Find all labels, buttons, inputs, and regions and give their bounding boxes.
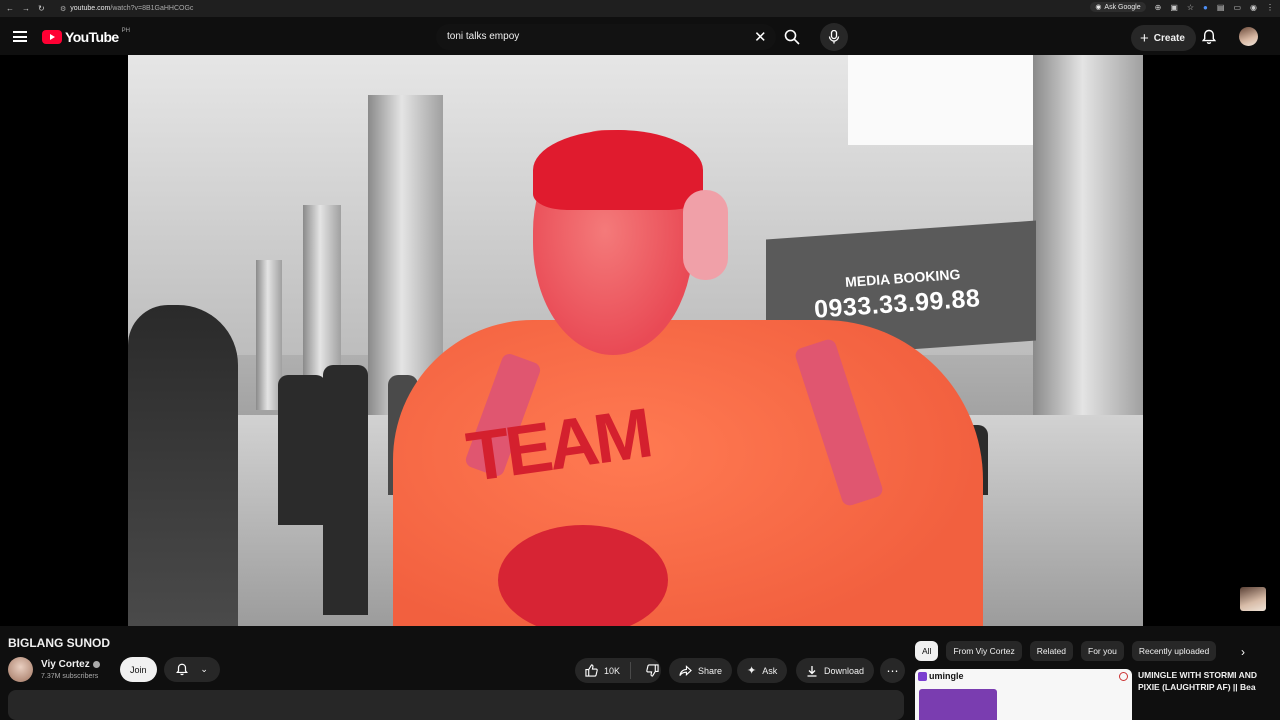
verified-badge-icon <box>92 661 100 668</box>
profile-icon[interactable]: ◉ <box>1250 3 1257 12</box>
chevron-right-icon[interactable]: › <box>1241 645 1245 659</box>
browser-actions: ◉ Ask Google ⊕ ▣ ☆ ● ▤ ▭ ◉ ⋮ <box>1090 2 1274 12</box>
browser-menu-icon[interactable]: ⋮ <box>1266 3 1274 12</box>
video-frame[interactable]: MEDIA BOOKING 0933.33.99.88 TEAM <box>128 55 1143 626</box>
recommendation-filter-chips: All From Viy Cortez Related For you Rece… <box>915 641 1217 661</box>
browser-nav: ← → ↻ <box>0 4 60 13</box>
thumbs-down-icon <box>646 664 659 677</box>
subject-hair <box>533 130 703 210</box>
chip-all[interactable]: All <box>915 641 939 661</box>
video-player[interactable]: MEDIA BOOKING 0933.33.99.88 TEAM <box>0 55 1280 626</box>
recommendation-title[interactable]: UMINGLE WITH STORMI AND PIXIE (LAUGHTRIP… <box>1138 669 1268 693</box>
download-icon <box>807 665 817 677</box>
background-person <box>278 375 326 525</box>
bookmark-star-icon[interactable]: ☆ <box>1187 3 1194 12</box>
like-button[interactable]: 10K <box>575 662 632 679</box>
like-count: 10K <box>604 665 621 676</box>
extension-dot-icon[interactable]: ● <box>1203 3 1208 12</box>
description-box[interactable] <box>8 690 904 720</box>
subscriber-count: 7.37M subscribers <box>41 673 99 680</box>
masthead: YouTube PH toni talks empoy ✕ + Create <box>0 17 1280 57</box>
ask-google-label: Ask Google <box>1104 3 1141 11</box>
video-title: BIGLANG SUNOD <box>8 636 110 650</box>
search-button[interactable] <box>776 24 808 50</box>
search-query: toni talks empoy <box>447 31 520 42</box>
brand-logo-icon <box>918 671 927 681</box>
search-icon <box>784 29 800 45</box>
sparkle-icon: ✦ <box>747 665 757 677</box>
logo-text: YouTube <box>65 29 119 45</box>
like-dislike-bar: 10K <box>575 658 661 683</box>
voice-search-button[interactable] <box>820 23 848 51</box>
account-avatar[interactable] <box>1239 27 1258 46</box>
clear-search-icon[interactable]: ✕ <box>754 28 767 46</box>
microphone-icon <box>828 30 840 44</box>
share-icon <box>679 664 692 676</box>
chip-from-channel[interactable]: From Viy Cortez <box>946 641 1022 661</box>
channel-name[interactable]: Viy Cortez <box>41 659 90 670</box>
bell-icon <box>1201 29 1217 44</box>
download-button[interactable]: Download <box>796 658 875 683</box>
thumbnail-brand-text: umingle <box>929 671 964 681</box>
channel-watermark[interactable] <box>1240 587 1266 611</box>
url-path: /watch?v=8B1GaHHCOGc <box>110 5 194 12</box>
download-label: Download <box>824 665 865 676</box>
subscribed-notifications-button[interactable]: ⌄ <box>164 657 220 682</box>
dislike-button[interactable] <box>637 664 668 677</box>
recommendation-thumbnail[interactable]: umingle <box>915 669 1132 720</box>
extensions-icon[interactable]: ▤ <box>1217 3 1225 12</box>
thumbnail-image <box>919 689 997 720</box>
share-label: Share <box>698 665 723 676</box>
chip-for-you[interactable]: For you <box>1081 641 1124 661</box>
plus-icon: + <box>1140 29 1149 47</box>
no-symbol-icon <box>1119 672 1128 681</box>
region-code: PH <box>121 28 130 34</box>
cast-icon[interactable]: ▣ <box>1170 3 1178 12</box>
zoom-icon[interactable]: ⊕ <box>1155 3 1162 12</box>
browser-toolbar: ← → ↻ ⚙ youtube.com/watch?v=8B1GaHHCOGc … <box>0 0 1280 17</box>
chip-related[interactable]: Related <box>1029 641 1074 661</box>
sidepanel-icon[interactable]: ▭ <box>1233 3 1241 12</box>
reload-icon[interactable]: ↻ <box>38 4 45 13</box>
chip-recently-uploaded[interactable]: Recently uploaded <box>1131 641 1217 661</box>
notifications-button[interactable] <box>1201 29 1217 50</box>
more-actions-button[interactable]: ⋯ <box>880 658 905 683</box>
foreground-person <box>128 305 238 626</box>
watch-metadata: BIGLANG SUNOD Viy Cortez 7.37M subscribe… <box>0 626 1280 720</box>
more-horizontal-icon: ⋯ <box>886 663 899 678</box>
channel-avatar[interactable] <box>8 657 33 682</box>
headphones <box>683 190 728 280</box>
url-host: youtube.com <box>70 5 111 12</box>
channel-name-row[interactable]: Viy Cortez <box>41 659 100 670</box>
shirt-mouth-graphic <box>498 525 668 626</box>
hamburger-menu-icon[interactable] <box>13 31 27 42</box>
chevron-down-icon: ⌄ <box>200 664 208 674</box>
ask-button[interactable]: ✦ Ask <box>737 658 788 683</box>
thumbs-up-icon <box>585 664 598 677</box>
ask-label: Ask <box>762 665 778 676</box>
share-button[interactable]: Share <box>669 658 733 683</box>
lens-icon: ◉ <box>1095 4 1102 11</box>
join-button[interactable]: Join <box>120 657 157 682</box>
create-button[interactable]: + Create <box>1131 25 1196 51</box>
forward-icon[interactable]: → <box>22 4 30 13</box>
back-icon[interactable]: ← <box>6 4 14 13</box>
site-info-icon[interactable]: ⚙ <box>60 5 66 13</box>
thumbnail-brand: umingle <box>918 671 964 681</box>
youtube-logo[interactable]: YouTube PH <box>42 28 130 45</box>
bell-icon <box>176 663 189 676</box>
scene-skylight <box>848 55 1035 145</box>
youtube-play-icon <box>42 30 62 44</box>
ask-google-button[interactable]: ◉ Ask Google <box>1090 2 1146 12</box>
address-bar[interactable]: ⚙ youtube.com/watch?v=8B1GaHHCOGc <box>60 5 193 13</box>
background-person <box>323 365 368 615</box>
search-input[interactable]: toni talks empoy ✕ <box>436 24 776 50</box>
create-label: Create <box>1153 32 1185 44</box>
